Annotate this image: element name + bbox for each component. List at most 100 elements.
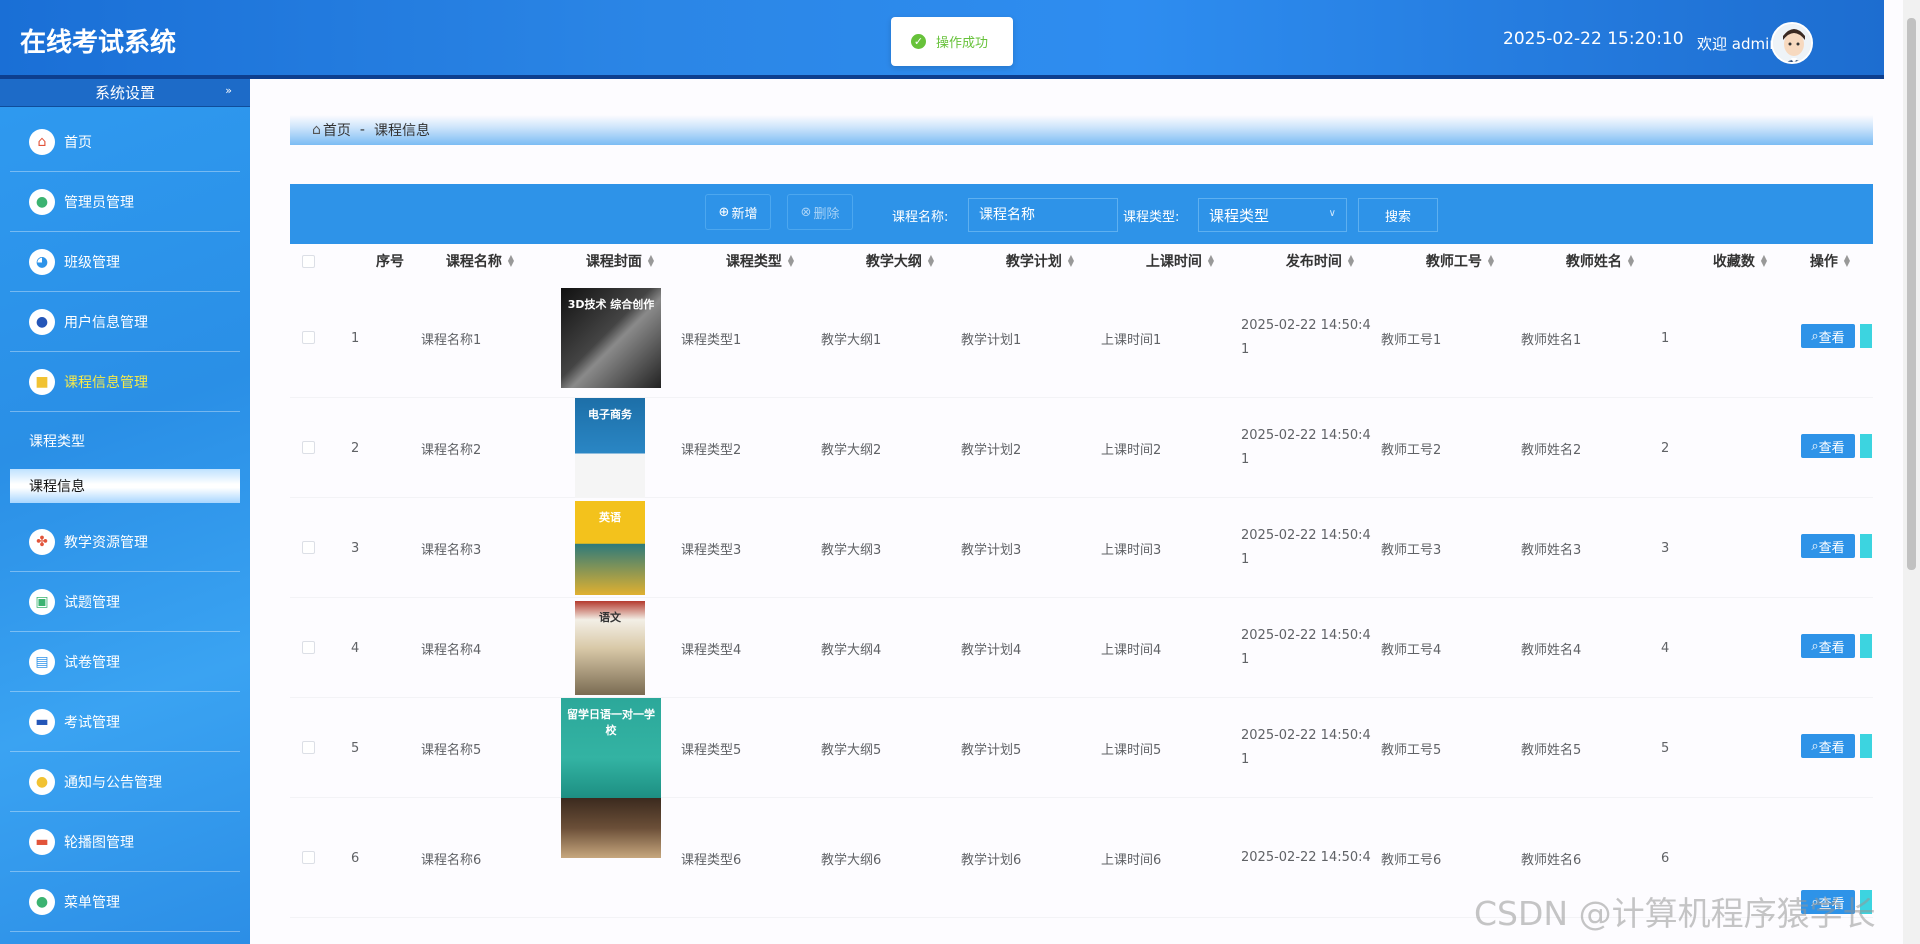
column-header[interactable]: 课程封面 ▲ ▼: [550, 244, 690, 278]
cover-title: [561, 798, 661, 814]
view-button[interactable]: ⌕ 查看: [1801, 324, 1855, 348]
cell-favorites: 4: [1661, 640, 1670, 656]
sidebar-item-class[interactable]: ◕ 班级管理: [10, 232, 240, 292]
sort-icon[interactable]: ▲ ▼: [1208, 254, 1214, 268]
cell-index: 1: [351, 330, 360, 346]
view-button[interactable]: ⌕ 查看: [1801, 634, 1855, 658]
sidebar-subitem-course-info[interactable]: 课程信息: [10, 469, 240, 503]
collapse-icon[interactable]: »: [225, 84, 232, 97]
success-toast: ✓ 操作成功: [891, 17, 1013, 66]
sidebar-subitem-course-type[interactable]: 课程类型: [10, 424, 240, 458]
search-button[interactable]: 搜索: [1358, 198, 1438, 232]
edit-button[interactable]: [1860, 634, 1872, 658]
cell-course-type: 课程类型6: [681, 852, 742, 868]
add-button-label: 新增: [731, 206, 758, 222]
sort-icon[interactable]: ▲ ▼: [928, 254, 934, 268]
column-header[interactable]: 发布时间 ▲ ▼: [1250, 244, 1390, 278]
sidebar-item-label: 通知与公告管理: [64, 774, 162, 791]
sidebar-item-exam[interactable]: ▬ 考试管理: [10, 692, 240, 752]
current-datetime: 2025-02-22 15:20:10: [1503, 29, 1684, 49]
sort-icon[interactable]: ▲ ▼: [508, 254, 514, 268]
sidebar-item-admin[interactable]: ● 管理员管理: [10, 172, 240, 232]
course-cover-image[interactable]: [561, 798, 661, 858]
edit-button[interactable]: [1860, 324, 1872, 348]
sidebar-item-menu[interactable]: ● 菜单管理: [10, 872, 240, 932]
column-header[interactable]: 教师姓名 ▲ ▼: [1530, 244, 1670, 278]
cell-course-type: 课程类型5: [681, 742, 742, 758]
sidebar-item-label: 试题管理: [64, 594, 120, 611]
column-header[interactable]: 教学计划 ▲ ▼: [970, 244, 1110, 278]
breadcrumb-home[interactable]: 首页: [323, 120, 351, 140]
cell-plan: 教学计划2: [961, 442, 1022, 458]
column-header[interactable]: 课程名称 ▲ ▼: [410, 244, 550, 278]
sidebar-header[interactable]: 系统设置 »: [0, 79, 250, 107]
cell-index: 5: [351, 740, 360, 756]
column-header[interactable]: 教学大纲 ▲ ▼: [830, 244, 970, 278]
course-cover-image[interactable]: 留学日语一对一学校: [561, 698, 661, 798]
row-checkbox[interactable]: [302, 851, 315, 864]
resource-icon: ✤: [29, 528, 55, 555]
scrollbar-thumb[interactable]: [1907, 18, 1916, 570]
sidebar-item-home[interactable]: ⌂ 首页: [10, 112, 240, 172]
edit-button[interactable]: [1860, 434, 1872, 458]
column-header[interactable]: 课程类型 ▲ ▼: [690, 244, 830, 278]
row-checkbox[interactable]: [302, 331, 315, 344]
row-checkbox[interactable]: [302, 741, 315, 754]
table-row: 1 课程名称1 课程类型1 教学大纲1 教学计划1 上课时间1 教师工号1 教师姓名1 1 202…: [290, 278, 1873, 398]
course-cover-image[interactable]: 英语: [575, 501, 645, 595]
column-header[interactable]: 教师工号 ▲ ▼: [1390, 244, 1530, 278]
course-type-select[interactable]: 课程类型 ∨: [1198, 198, 1347, 232]
view-button[interactable]: ⌕ 查看: [1801, 534, 1855, 558]
sidebar-item-label: 用户信息管理: [64, 314, 148, 331]
sidebar-item-course[interactable]: ■ 课程信息管理: [10, 352, 240, 412]
sidebar-item-resource[interactable]: ✤ 教学资源管理: [10, 512, 240, 572]
sidebar-item-paper[interactable]: ▤ 试卷管理: [10, 632, 240, 692]
row-checkbox[interactable]: [302, 441, 315, 454]
cell-course-name: 课程名称6: [421, 852, 482, 868]
paper-icon: ▤: [29, 648, 55, 675]
row-checkbox[interactable]: [302, 541, 315, 554]
cell-teacher-id: 教师工号1: [1381, 332, 1442, 348]
home-icon: ⌂: [312, 122, 321, 138]
search-icon: ⌕: [1811, 328, 1819, 344]
course-cover-image[interactable]: 电子商务: [575, 398, 645, 498]
sidebar-item-carousel[interactable]: ▬ 轮播图管理: [10, 812, 240, 872]
sort-icon[interactable]: ▲ ▼: [788, 254, 794, 268]
sidebar-item-question[interactable]: ▣ 试题管理: [10, 572, 240, 632]
course-cover-image[interactable]: 3D技术 综合创作: [561, 288, 661, 388]
search-icon: ⌕: [1811, 438, 1819, 454]
cell-class-time: 上课时间3: [1101, 542, 1162, 558]
page-scrollbar[interactable]: [1903, 0, 1920, 944]
cell-course-type: 课程类型4: [681, 642, 742, 658]
sort-icon[interactable]: ▲ ▼: [648, 254, 654, 268]
cell-course-name: 课程名称5: [421, 742, 482, 758]
sort-icon[interactable]: ▲ ▼: [1761, 254, 1767, 268]
course-cover-image[interactable]: 语文: [575, 601, 645, 695]
delete-button[interactable]: ⊗ 删除: [787, 194, 853, 230]
cell-syllabus: 教学大纲6: [821, 852, 882, 868]
column-header[interactable]: 上课时间 ▲ ▼: [1110, 244, 1250, 278]
sort-icon[interactable]: ▲ ▼: [1488, 254, 1494, 268]
column-header-label: 课程封面: [585, 254, 642, 270]
course-name-input[interactable]: [968, 198, 1118, 232]
column-header-label: 教师姓名: [1565, 254, 1622, 270]
add-button[interactable]: ⊕ 新增: [705, 194, 771, 230]
sort-icon[interactable]: ▲ ▼: [1348, 254, 1354, 268]
sort-icon[interactable]: ▲ ▼: [1844, 254, 1850, 268]
sidebar-item-user[interactable]: ● 用户信息管理: [10, 292, 240, 352]
select-all-checkbox[interactable]: [302, 255, 315, 268]
cell-index: 4: [351, 640, 360, 656]
edit-button[interactable]: [1860, 734, 1872, 758]
avatar[interactable]: [1771, 22, 1813, 64]
sort-icon[interactable]: ▲ ▼: [1068, 254, 1074, 268]
cell-favorites: 3: [1661, 540, 1670, 556]
column-header: 操作 ▲ ▼: [1780, 244, 1873, 278]
published-time-line-1: 2025-02-22 14:50:4: [1241, 850, 1371, 865]
watermark: CSDN @计算机程序猿学长: [1474, 894, 1876, 933]
edit-button[interactable]: [1860, 534, 1872, 558]
view-button[interactable]: ⌕ 查看: [1801, 434, 1855, 458]
sort-icon[interactable]: ▲ ▼: [1628, 254, 1634, 268]
sidebar-item-notice[interactable]: ● 通知与公告管理: [10, 752, 240, 812]
row-checkbox[interactable]: [302, 641, 315, 654]
view-button[interactable]: ⌕ 查看: [1801, 734, 1855, 758]
